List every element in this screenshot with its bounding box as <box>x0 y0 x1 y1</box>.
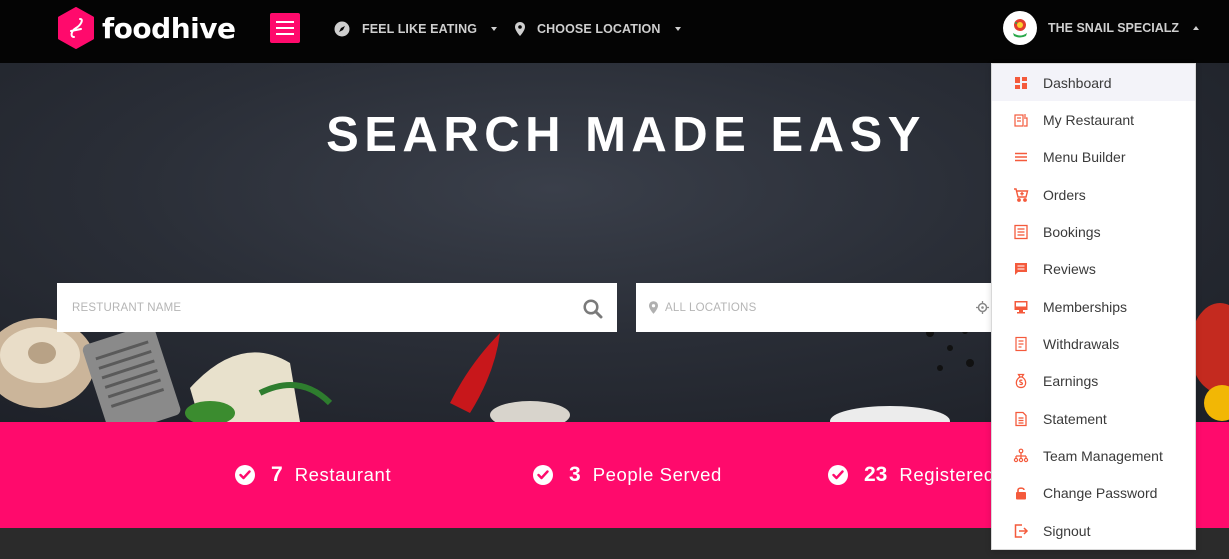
user-menu-toggle[interactable]: THE SNAIL SPECIALZ <box>1003 11 1200 45</box>
restaurant-search-box <box>57 283 617 332</box>
menu-lines-icon <box>1015 152 1027 162</box>
dashboard-icon <box>1015 77 1027 89</box>
stat-label: People Served <box>592 464 722 485</box>
menu-item-memberships[interactable]: Memberships <box>992 288 1195 325</box>
location-input[interactable] <box>665 283 965 332</box>
team-icon <box>1013 448 1029 463</box>
monitor-icon <box>1014 301 1028 314</box>
money-bag-icon <box>1015 373 1027 389</box>
map-pin-icon <box>515 22 525 36</box>
feel-like-eating-label: FEEL LIKE EATING <box>362 22 478 36</box>
location-search-box <box>636 283 996 332</box>
crosshair-icon[interactable] <box>976 301 989 314</box>
menu-item-reviews[interactable]: Reviews <box>992 250 1195 287</box>
receipt-icon <box>1015 336 1027 352</box>
stat-restaurants: 7 Restaurant <box>235 462 391 488</box>
cart-icon <box>1014 188 1029 202</box>
menu-item-change-password[interactable]: Change Password <box>992 474 1195 511</box>
menu-item-bookings[interactable]: Bookings <box>992 213 1195 250</box>
stat-label: Restaurant <box>294 464 392 485</box>
caret-up-icon <box>1193 26 1200 30</box>
stat-value: 7 <box>271 463 283 486</box>
map-pin-icon <box>649 301 658 314</box>
restaurant-name-input[interactable] <box>72 283 572 332</box>
user-name: THE SNAIL SPECIALZ <box>1048 21 1180 35</box>
caret-down-icon <box>674 27 681 31</box>
signout-icon <box>1014 524 1029 538</box>
hamburger-menu-button[interactable] <box>270 13 300 43</box>
menu-item-orders[interactable]: Orders <box>992 176 1195 213</box>
choose-location-label: CHOOSE LOCATION <box>537 22 661 36</box>
user-dropdown-menu: Dashboard My Restaurant Menu Builder Ord… <box>991 63 1196 550</box>
stat-value: 23 <box>864 463 888 486</box>
menu-item-withdrawals[interactable]: Withdrawals <box>992 325 1195 362</box>
menu-item-menu-builder[interactable]: Menu Builder <box>992 138 1195 175</box>
compass-icon <box>334 21 350 37</box>
choose-location-dropdown[interactable]: CHOOSE LOCATION <box>515 19 681 39</box>
check-circle-icon <box>235 465 255 485</box>
menu-item-earnings[interactable]: Earnings <box>992 362 1195 399</box>
menu-item-dashboard[interactable]: Dashboard <box>992 64 1195 101</box>
top-navbar: foodhive FEEL LIKE EATING CHOOSE LOCATIO… <box>0 0 1229 63</box>
restaurant-icon <box>1014 114 1028 127</box>
stat-value: 3 <box>569 463 581 486</box>
comment-icon <box>1015 263 1027 275</box>
check-circle-icon <box>533 465 553 485</box>
logo-hex-icon <box>58 7 94 49</box>
caret-down-icon <box>491 27 498 31</box>
snail-logo-icon <box>1013 19 1027 38</box>
check-circle-icon <box>828 465 848 485</box>
document-icon <box>1015 411 1027 427</box>
menu-item-signout[interactable]: Signout <box>992 512 1195 549</box>
avatar <box>1003 11 1037 45</box>
menu-item-my-restaurant[interactable]: My Restaurant <box>992 101 1195 138</box>
brand-logo[interactable]: foodhive <box>57 7 236 49</box>
search-icon[interactable] <box>583 299 603 319</box>
feel-like-eating-dropdown[interactable]: FEEL LIKE EATING <box>334 19 498 39</box>
lock-icon <box>1016 487 1026 500</box>
menu-item-statement[interactable]: Statement <box>992 400 1195 437</box>
list-icon <box>1014 224 1028 240</box>
brand-name: foodhive <box>102 11 236 45</box>
menu-item-team-management[interactable]: Team Management <box>992 437 1195 474</box>
stat-people-served: 3 People Served <box>533 462 722 488</box>
